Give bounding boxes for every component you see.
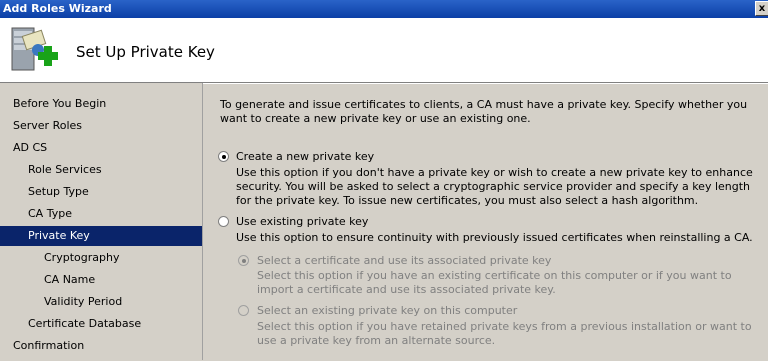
nav-item-setup-type[interactable]: Setup Type [0, 182, 202, 202]
nav-item-private-key[interactable]: Private Key [0, 226, 202, 246]
use-existing-key-label[interactable]: Use existing private key [236, 215, 368, 228]
private-key-panel: To generate and issue certificates to cl… [203, 84, 768, 361]
intro-text: To generate and issue certificates to cl… [220, 98, 748, 125]
use-existing-key-description: Use this option to ensure continuity wit… [236, 231, 753, 244]
wizard-header: Set Up Private Key [0, 18, 768, 83]
select-existing-key-description: Select this option if you have retained … [257, 320, 752, 347]
nav-item-validity-period[interactable]: Validity Period [0, 292, 202, 312]
window-title: Add Roles Wizard [3, 2, 112, 15]
select-certificate-radio[interactable] [238, 255, 249, 266]
server-add-icon [11, 27, 58, 71]
close-icon: x [758, 3, 766, 14]
radio-selected-dot [242, 259, 246, 263]
wizard-nav: Before You Begin Server Roles AD CS Role… [0, 83, 203, 360]
nav-item-role-services[interactable]: Role Services [0, 160, 202, 180]
close-button[interactable]: x [755, 1, 768, 16]
use-existing-key-radio[interactable] [218, 216, 229, 227]
title-bar: Add Roles Wizard x [0, 0, 768, 18]
create-new-key-label[interactable]: Create a new private key [236, 150, 374, 163]
nav-item-server-roles[interactable]: Server Roles [0, 116, 202, 136]
radio-selected-dot [222, 155, 226, 159]
nav-item-before-you-begin[interactable]: Before You Begin [0, 94, 202, 114]
select-existing-key-radio[interactable] [238, 305, 249, 316]
select-certificate-label[interactable]: Select a certificate and use its associa… [257, 254, 551, 267]
nav-item-cryptography[interactable]: Cryptography [0, 248, 202, 268]
nav-item-confirmation[interactable]: Confirmation [0, 336, 202, 356]
nav-item-certificate-database[interactable]: Certificate Database [0, 314, 202, 334]
create-new-key-description: Use this option if you don't have a priv… [236, 166, 753, 207]
create-new-key-radio[interactable] [218, 151, 229, 162]
main-panel: To generate and issue certificates to cl… [203, 83, 768, 361]
nav-item-ad-cs[interactable]: AD CS [0, 138, 202, 158]
nav-item-ca-type[interactable]: CA Type [0, 204, 202, 224]
nav-item-ca-name[interactable]: CA Name [0, 270, 202, 290]
select-existing-key-label[interactable]: Select an existing private key on this c… [257, 304, 517, 317]
select-certificate-description: Select this option if you have an existi… [257, 269, 732, 296]
page-title: Set Up Private Key [76, 43, 215, 61]
